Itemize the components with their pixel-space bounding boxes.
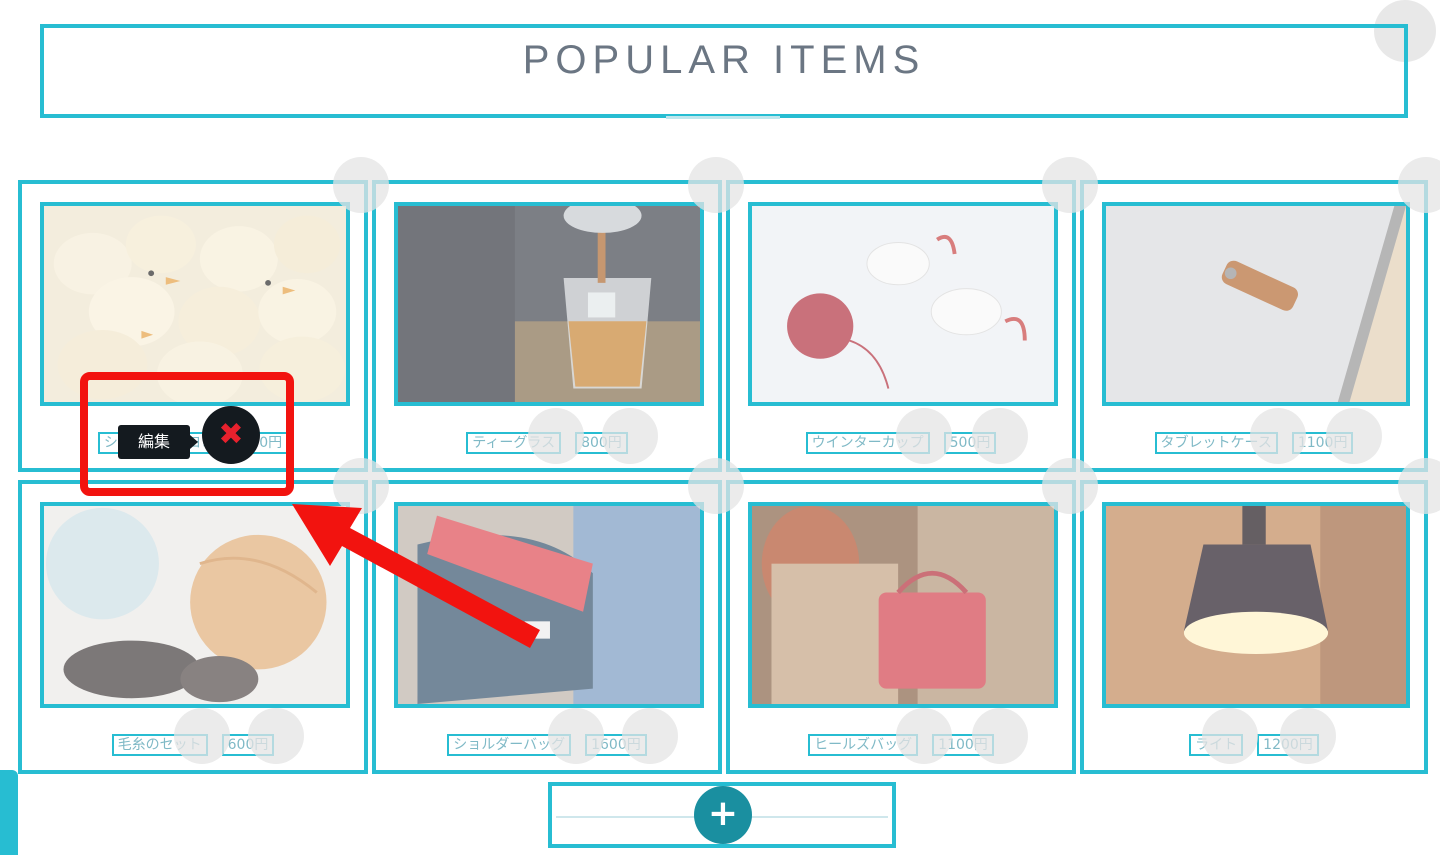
- label-handle-circle[interactable]: [248, 708, 304, 764]
- product-image[interactable]: [748, 202, 1058, 406]
- card-handle-circle[interactable]: [333, 157, 389, 213]
- handbag-image: [752, 506, 1054, 704]
- product-image[interactable]: [394, 502, 704, 708]
- yarn-image: [44, 506, 346, 704]
- label-handle-circle[interactable]: [528, 408, 584, 464]
- label-handle-circle[interactable]: [1250, 408, 1306, 464]
- add-item-button[interactable]: +: [694, 786, 752, 844]
- label-handle-circle[interactable]: [548, 708, 604, 764]
- card-handle-circle[interactable]: [333, 458, 389, 514]
- label-handle-circle[interactable]: [622, 708, 678, 764]
- product-image[interactable]: [1102, 202, 1410, 406]
- card-handle-circle[interactable]: [688, 458, 744, 514]
- label-handle-circle[interactable]: [1280, 708, 1336, 764]
- label-handle-circle[interactable]: [896, 708, 952, 764]
- card-handle-circle[interactable]: [688, 157, 744, 213]
- product-image[interactable]: [748, 502, 1058, 708]
- product-image[interactable]: [40, 502, 350, 708]
- messenger-bag-image: [398, 506, 700, 704]
- section-title-box[interactable]: POPULAR ITEMS: [40, 24, 1408, 118]
- title-underline: [666, 116, 780, 119]
- annotation-highlight-box: [80, 372, 294, 496]
- product-image[interactable]: [1102, 502, 1410, 708]
- lamp-image: [1106, 506, 1406, 704]
- winter-cups-image: [752, 206, 1054, 402]
- tea-glass-image: [398, 206, 700, 402]
- section-title: POPULAR ITEMS: [522, 38, 926, 82]
- label-handle-circle[interactable]: [896, 408, 952, 464]
- tablet-case-image: [1106, 206, 1406, 402]
- label-handle-circle[interactable]: [1202, 708, 1258, 764]
- label-handle-circle[interactable]: [972, 408, 1028, 464]
- label-handle-circle[interactable]: [972, 708, 1028, 764]
- side-panel-tab[interactable]: [0, 770, 18, 855]
- label-handle-circle[interactable]: [174, 708, 230, 764]
- label-handle-circle[interactable]: [1326, 408, 1382, 464]
- card-handle-circle[interactable]: [1042, 157, 1098, 213]
- card-handle-circle[interactable]: [1042, 458, 1098, 514]
- product-image[interactable]: [394, 202, 704, 406]
- editor-page: POPULAR ITEMS シンプ: [0, 0, 1440, 855]
- label-handle-circle[interactable]: [602, 408, 658, 464]
